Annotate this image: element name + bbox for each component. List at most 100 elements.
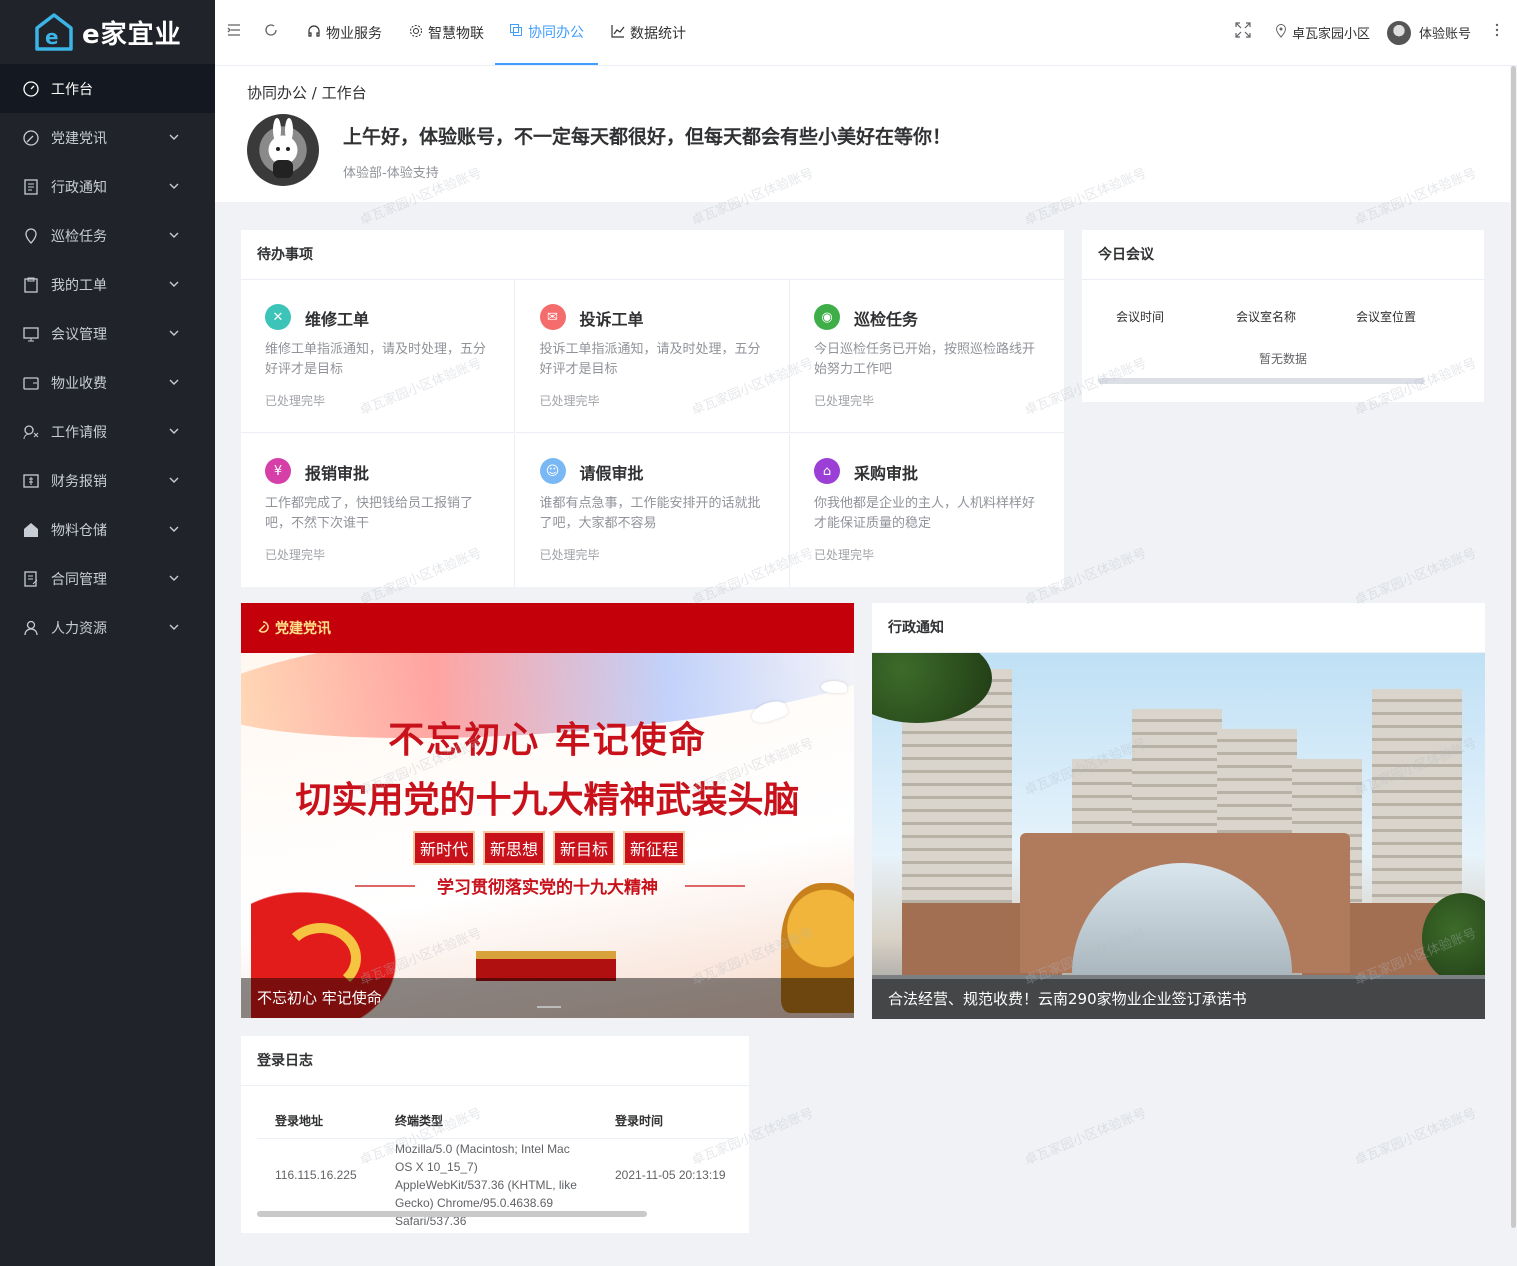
welcome-panel: 协同办公 / 工作台 上午好，体验账号，不一定每天都很好，但每天都会有些小美好在… [215,66,1510,202]
sidebar-item-8[interactable]: 工作请假 [0,407,215,456]
tab-label: 智慧物联 [428,25,484,42]
horizontal-scrollbar[interactable] [257,1211,647,1217]
todo-grid: ✕ 维修工单 维修工单指派通知，请及时处理，五分好评才是目标 已处理完毕 ✉ 投诉工单 投诉… [241,280,1064,587]
sidebar-item-7[interactable]: 物业收费 [0,358,215,407]
page-scrollbar[interactable] [1510,66,1517,1228]
todo-status: 已处理完毕 [265,394,326,408]
todo-description: 维修工单指派通知，请及时处理，五分好评才是目标 [265,342,487,377]
sidebar-item-label: 物业收费 [51,375,107,392]
svg-text:e: e [45,25,59,49]
log-col-time: 登录时间 [615,1114,664,1128]
tools-icon: ✕ [265,304,291,330]
location-icon: ◉ [814,304,840,330]
sidebar-item-9[interactable]: 财务报销 [0,456,215,505]
todo-status: 已处理完毕 [814,394,875,408]
meeting-col-room-name: 会议室名称 [1236,310,1297,324]
tab-collaborative-office[interactable]: 协同办公 [495,0,598,65]
chart-icon [611,24,625,42]
complaint-icon: ✉ [539,304,566,330]
meeting-col-room-location: 会议室位置 [1356,310,1417,324]
carousel-caption: 不忘初心 牢记使命 [241,978,854,1018]
banner-subline: 学习贯彻落实党的十九大精神 [437,878,658,898]
sidebar-item-label: 工作台 [51,81,93,98]
todo-item[interactable]: ⌂ 采购审批 你我他都是企业的主人，人机料样样好才能保证质量的稳定 已处理完毕 [790,434,1064,587]
todo-name: 投诉工单 [579,310,644,329]
todo-item[interactable]: ✉ 投诉工单 投诉工单指派通知，请及时处理，五分好评才是目标 已处理完毕 [515,280,790,433]
todo-status: 已处理完毕 [265,548,326,562]
account-name: 体验账号 [1419,27,1472,42]
chevron-down-icon [168,523,180,535]
scrollbar-thumb[interactable] [1511,66,1516,1228]
notice-banner-image[interactable]: 合法经营、规范收费！云南290家物业企业签订承诺书 [872,653,1485,1019]
sidebar-item-3[interactable]: 行政通知 [0,162,215,211]
community-selector[interactable]: 卓瓦家园小区 [1275,0,1370,65]
brand-logo[interactable]: e e家宜业 [0,0,215,64]
tab-data-statistics[interactable]: 数据统计 [607,0,690,65]
log-ip: 116.115.16.225 [275,1168,357,1182]
todo-item[interactable]: ¥ 报销审批 工作都完成了，快把钱给员工报销了吧，不然下次谁干 已处理完毕 [241,434,515,587]
sidebar: e e家宜业 工作台党建党讯 行政通知 巡检任务我的工单会议管理物业收费工作请假 财务… [0,0,215,1266]
meeting-col-time: 会议时间 [1116,310,1165,324]
chevron-down-icon [168,180,180,192]
sidebar-item-10[interactable]: 物料仓储 [0,505,215,554]
todo-item[interactable]: ✕ 维修工单 维修工单指派通知，请及时处理，五分好评才是目标 已处理完毕 [241,280,515,433]
home-icon: ⌂ [814,458,840,484]
sidebar-item-1[interactable]: 工作台 [0,64,215,113]
todo-name: 报销审批 [305,464,370,483]
todo-name: 采购审批 [854,464,919,483]
todo-status: 已处理完毕 [539,548,600,562]
meeting-card: 今日会议 会议时间 会议室名称 会议室位置 暂无数据 [1082,230,1484,402]
brand-name: e家宜业 [82,19,182,50]
sidebar-item-label: 我的工单 [51,277,107,294]
log-time: 2021-11-05 20:13:19 [615,1168,726,1182]
sidebar-item-12[interactable]: 人力资源 [0,603,215,652]
sidebar-item-label: 会议管理 [51,326,107,343]
fullscreen-icon[interactable] [1235,22,1255,42]
banner-tag: 新目标 [553,831,616,865]
wallet-icon [22,374,40,392]
chevron-down-icon [168,327,180,339]
divider [257,1138,733,1139]
money-icon [22,472,40,490]
more-vertical-icon[interactable] [1491,22,1511,42]
party-banner-image[interactable]: 不忘初心 牢记使命 切实用党的十九大精神武装头脑 新时代 新思想 新目标 新征程 学习… [241,653,854,1018]
sidebar-item-label: 合同管理 [51,571,107,588]
contract-icon [22,570,40,588]
avatar [1387,20,1411,45]
sidebar-item-11[interactable]: 合同管理 [0,554,215,603]
login-log-title: 登录日志 [241,1036,749,1086]
user-menu[interactable]: 体验账号 [1387,0,1471,65]
leave-icon [22,423,40,441]
party-news-card: 党建党讯 不忘初心 牢记使命 切实用党的十九大精神武装头脑 新时代 新思想 新目标新… [241,603,854,1018]
tab-smart-iot[interactable]: 智慧物联 [405,0,488,65]
collapse-menu-icon[interactable] [226,22,246,42]
carousel-indicator[interactable] [537,1006,561,1008]
banner-tag: 新思想 [483,831,546,865]
log-col-terminal: 终端类型 [395,1114,444,1128]
sidebar-item-4[interactable]: 巡检任务 [0,211,215,260]
horizontal-scrollbar[interactable] [1098,378,1425,384]
todo-item[interactable]: ◉ 巡检任务 今日巡检任务已开始，按照巡检路线开始努力工作吧 已处理完毕 [790,280,1064,433]
location-pin-icon [1275,23,1287,42]
todo-item[interactable]: ☺ 请假审批 谁都有点急事，工作能安排开的话就批了吧，大家都不容易 已处理完毕 [516,434,790,587]
department-text: 体验部-体验支持 [343,166,439,181]
tab-label: 物业服务 [326,25,382,42]
tab-property-service[interactable]: 物业服务 [303,0,386,65]
chevron-down-icon [168,621,180,633]
main-content: 协同办公 / 工作台 上午好，体验账号，不一定每天都很好，但每天都会有些小美好在… [215,66,1510,1266]
watermark-text: 卓瓦家园小区体验账号 [1022,1106,1149,1169]
party-news-header: 党建党讯 [241,603,854,653]
party-emblem-icon [257,620,270,637]
sidebar-item-6[interactable]: 会议管理 [0,309,215,358]
warehouse-icon [22,521,40,539]
sidebar-item-5[interactable]: 我的工单 [0,260,215,309]
refresh-icon[interactable] [263,22,283,42]
todo-name: 请假审批 [579,464,644,483]
sidebar-item-2[interactable]: 党建党讯 [0,113,215,162]
admin-notice-card: 行政通知 合法经营、规范收费！云南290家物业企业签订承诺书 [872,603,1485,1019]
watermark-text: 卓瓦家园小区体验账号 [1352,546,1479,609]
todo-title: 待办事项 [241,230,1064,280]
document-icon [22,178,40,196]
greeting-text: 上午好，体验账号，不一定每天都很好，但每天都会有些小美好在等你！ [343,126,952,148]
todo-description: 你我他都是企业的主人，人机料样样好才能保证质量的稳定 [814,496,1036,531]
